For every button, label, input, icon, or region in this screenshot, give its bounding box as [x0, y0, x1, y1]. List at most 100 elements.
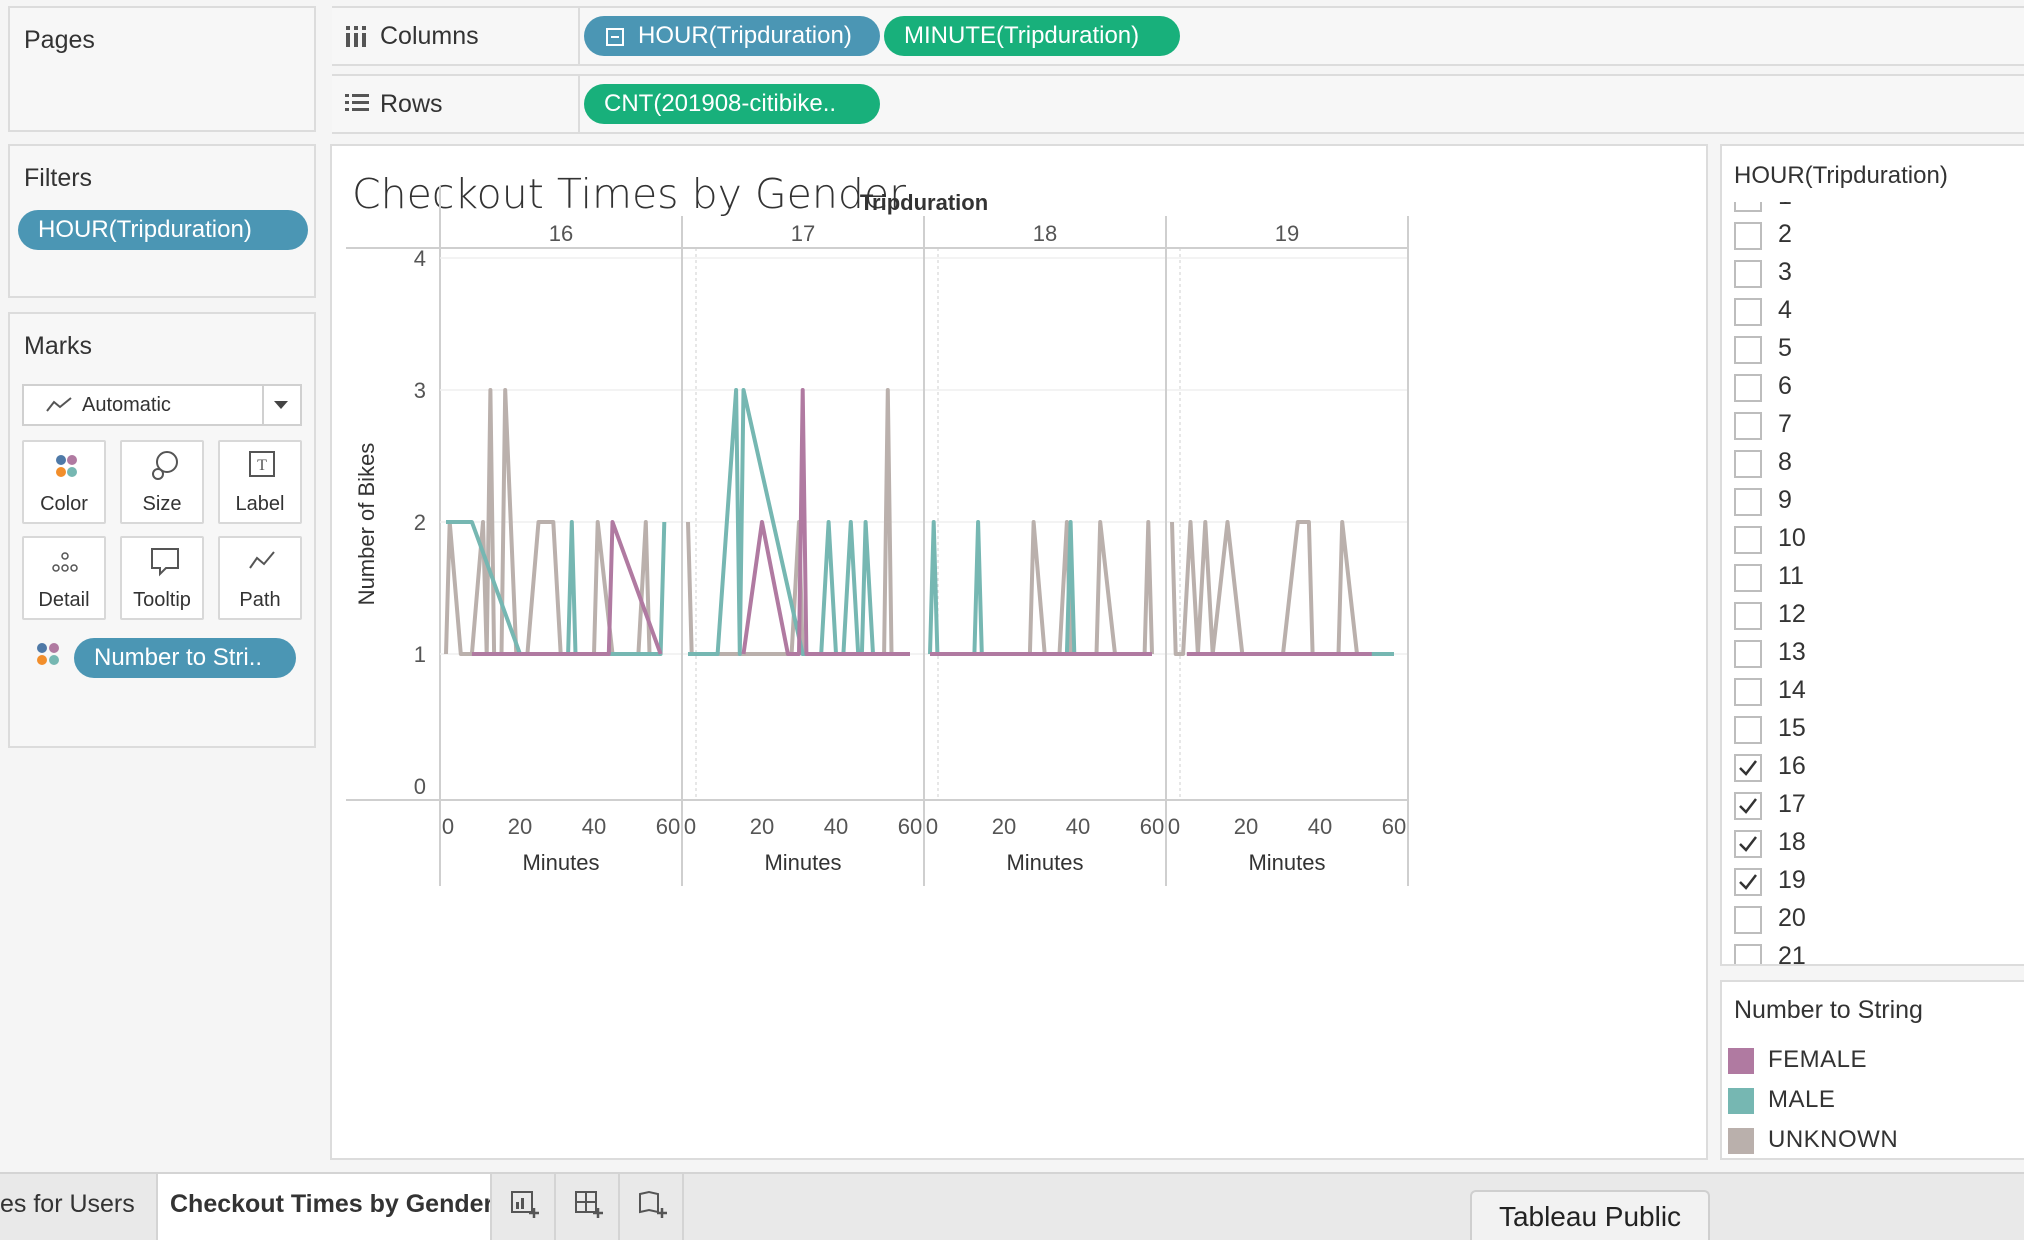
x-tick-label: 60: [1140, 814, 1164, 839]
x-axis-title: Minutes: [1006, 850, 1083, 875]
x-tick-label: 60: [1382, 814, 1406, 839]
new-worksheet-icon: [511, 1191, 539, 1218]
new-dashboard-button[interactable]: [556, 1174, 620, 1240]
hour-filter-item-label: 4: [1778, 296, 1792, 324]
detail-icon: [52, 552, 78, 572]
x-tick-label: 20: [508, 814, 532, 839]
legend-swatch-female: [1728, 1048, 1754, 1074]
legend-label-unknown: UNKNOWN: [1768, 1126, 1899, 1153]
svg-text:T: T: [257, 457, 267, 474]
checkbox-icon[interactable]: [1734, 678, 1762, 706]
checkbox-icon[interactable]: [1734, 716, 1762, 744]
detail-button[interactable]: Detail: [22, 536, 106, 620]
legend-title: Number to String: [1734, 996, 1923, 1024]
color-icon: [56, 455, 77, 477]
columns-pill-hour[interactable]: HOUR(Tripduration): [584, 16, 880, 56]
filters-card: Filters HOUR(Tripduration): [8, 144, 316, 298]
columns-pill-minute[interactable]: MINUTE(Tripduration): [884, 16, 1180, 56]
label-button[interactable]: T Label: [218, 440, 302, 524]
x-tick-label: 0: [442, 814, 454, 839]
hour-filter-item-label: 2: [1778, 220, 1792, 248]
checkbox-checked-icon[interactable]: [1734, 754, 1762, 782]
checkbox-icon[interactable]: [1734, 640, 1762, 668]
size-button[interactable]: Size: [120, 440, 204, 524]
tab-prev-sheet[interactable]: es for Users: [0, 1174, 156, 1240]
checkbox-icon[interactable]: [1734, 602, 1762, 630]
checkbox-icon[interactable]: [1734, 450, 1762, 478]
x-tick-label: 20: [1234, 814, 1258, 839]
checkbox-icon[interactable]: [1734, 526, 1762, 554]
checkbox-checked-icon[interactable]: [1734, 792, 1762, 820]
tooltip-label: Tooltip: [133, 589, 191, 611]
hour-filter-item-label: 20: [1778, 904, 1806, 932]
color-field-pill[interactable]: Number to Stri..: [74, 638, 296, 678]
checkbox-icon[interactable]: [1734, 336, 1762, 364]
checkbox-icon[interactable]: [1734, 944, 1762, 964]
hour-filter-item-label: 10: [1778, 524, 1806, 552]
tooltip-button[interactable]: Tooltip: [120, 536, 204, 620]
checkbox-icon[interactable]: [1734, 906, 1762, 934]
hour-filter-item-label: 12: [1778, 600, 1806, 628]
pages-card: Pages: [8, 6, 316, 132]
checkbox-checked-icon[interactable]: [1734, 868, 1762, 896]
checkbox-icon[interactable]: [1734, 374, 1762, 402]
y-tick-label: 0: [414, 774, 426, 799]
pages-title: Pages: [24, 26, 95, 54]
gender-legend-card: Number to String FEMALE MALE UNKNOWN: [1720, 980, 2024, 1160]
x-tick-label: 0: [1168, 814, 1180, 839]
path-label: Path: [239, 589, 281, 611]
columns-shelf-label: Columns: [332, 6, 580, 66]
panel-hour-label-19: 19: [1275, 221, 1299, 246]
marks-title: Marks: [24, 332, 93, 360]
rows-pill-count[interactable]: CNT(201908-citibike..: [584, 84, 880, 124]
series-line-unknown-hour-19: [1170, 520, 1394, 656]
hour-filter-item-label: 3: [1778, 258, 1792, 286]
checkbox-icon[interactable]: [1734, 564, 1762, 592]
hour-filter-list[interactable]: 123456789101112131415161718192021: [1722, 202, 2024, 964]
hour-filter-item-label: 7: [1778, 410, 1792, 438]
x-tick-label: 0: [684, 814, 696, 839]
y-tick-label: 2: [414, 510, 426, 535]
x-tick-label: 60: [656, 814, 680, 839]
checkbox-icon[interactable]: [1734, 412, 1762, 440]
panel-hour-label-17: 17: [791, 221, 815, 246]
mark-type-label: Automatic: [82, 394, 171, 416]
x-tick-label: 40: [824, 814, 848, 839]
hour-filter-item-label: 11: [1778, 562, 1804, 590]
x-tick-label: 40: [1066, 814, 1090, 839]
path-button[interactable]: Path: [218, 536, 302, 620]
checkbox-checked-icon[interactable]: [1734, 830, 1762, 858]
column-header-label: Tripduration: [860, 190, 988, 215]
filter-pill-hour[interactable]: HOUR(Tripduration): [18, 210, 308, 250]
detail-label: Detail: [38, 589, 90, 611]
panel-hour-label-18: 18: [1033, 221, 1057, 246]
hour-filter-item-label: 6: [1778, 372, 1792, 400]
x-tick-label: 40: [1308, 814, 1332, 839]
x-tick-label: 60: [898, 814, 922, 839]
hour-filter-item-label: 8: [1778, 448, 1792, 476]
new-worksheet-button[interactable]: [492, 1174, 556, 1240]
hour-filter-item-label: 17: [1778, 790, 1806, 818]
color-dots-icon: [37, 643, 59, 665]
size-label: Size: [142, 493, 182, 515]
collapse-icon: [606, 28, 624, 46]
tab-checkout-times-by-gender[interactable]: Checkout Times by Gender: [156, 1174, 492, 1240]
hour-filter-item-label: 13: [1778, 638, 1806, 666]
hour-filter-item-label: 21: [1778, 942, 1806, 964]
chart-svg: Tripduration 0 1 2 3 4 Number of Bikes 16 0 20 40 6…: [346, 186, 1409, 886]
x-tick-label: 20: [992, 814, 1016, 839]
checkbox-icon[interactable]: [1734, 222, 1762, 250]
hour-filter-items: 123456789101112131415161718192021: [1722, 202, 2022, 964]
checkbox-icon[interactable]: [1734, 260, 1762, 288]
tooltip-icon: [151, 548, 179, 577]
x-axis-title: Minutes: [1248, 850, 1325, 875]
tableau-public-badge[interactable]: Tableau Public: [1470, 1190, 1710, 1240]
checkbox-icon[interactable]: [1734, 488, 1762, 516]
mark-type-dropdown[interactable]: Automatic: [22, 384, 302, 426]
new-story-button[interactable]: [620, 1174, 684, 1240]
x-tick-label: 20: [750, 814, 774, 839]
checkbox-icon[interactable]: [1734, 202, 1762, 212]
checkbox-icon[interactable]: [1734, 298, 1762, 326]
columns-label: Columns: [380, 22, 479, 50]
color-button[interactable]: Color: [22, 440, 106, 524]
